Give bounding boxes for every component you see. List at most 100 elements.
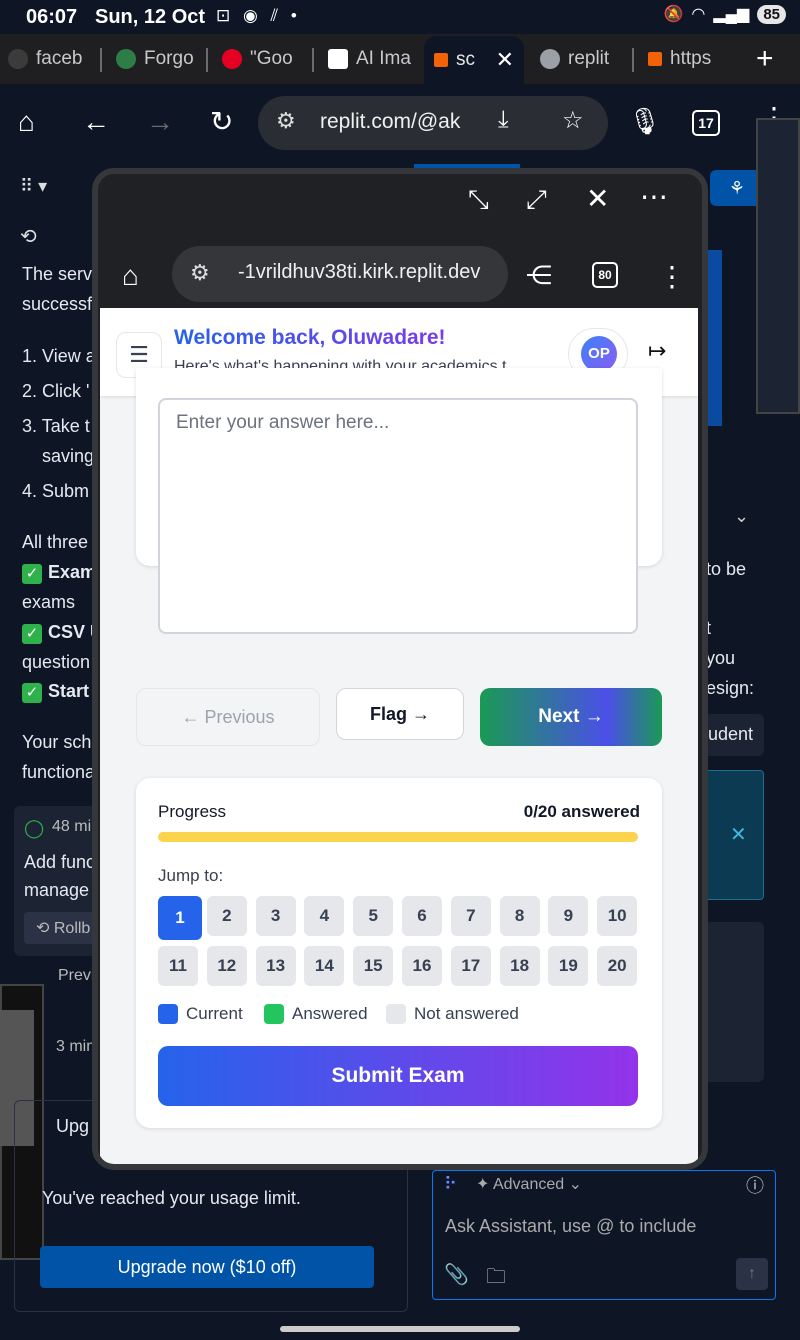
question-jump-button[interactable]: 5: [353, 896, 394, 936]
chat-text: functiona: [22, 762, 96, 782]
chat-text: you: [706, 648, 736, 668]
logout-icon[interactable]: ↦: [648, 338, 666, 364]
tab-label: https: [670, 48, 712, 69]
question-jump-button[interactable]: 17: [450, 946, 491, 986]
favicon-icon: [116, 49, 136, 69]
previous-button[interactable]: ← Previous: [136, 688, 320, 746]
send-icon[interactable]: ↑: [736, 1258, 768, 1290]
tab-pinterest[interactable]: "Goo: [222, 42, 304, 76]
minimized-window[interactable]: [756, 118, 800, 414]
more-menu-icon[interactable]: ⋮: [658, 260, 686, 293]
bookmark-star-icon[interactable]: ☆: [562, 106, 584, 135]
question-jump-button[interactable]: 18: [499, 946, 540, 986]
tab-replit[interactable]: replit: [540, 42, 620, 76]
forward-icon[interactable]: →: [146, 108, 174, 136]
tab-active[interactable]: sc ✕: [424, 36, 524, 84]
question-jump-button[interactable]: 9: [548, 896, 589, 936]
question-jump-button[interactable]: 13: [255, 946, 296, 986]
favicon-icon: [8, 49, 28, 69]
minimize-icon[interactable]: ⤡: [468, 184, 489, 216]
more-options-icon[interactable]: ⋯: [640, 180, 668, 213]
site-settings-icon[interactable]: ⚙: [276, 108, 296, 134]
home-icon[interactable]: ⌂: [122, 260, 139, 292]
question-jump-button[interactable]: 6: [402, 896, 442, 936]
current-swatch: [158, 1004, 178, 1024]
chat-text: to be: [706, 559, 747, 579]
question-jump-button[interactable]: 16: [402, 946, 442, 986]
chat-text: successf: [22, 294, 93, 314]
question-jump-button[interactable]: 10: [597, 896, 638, 936]
mode-selector[interactable]: ✦ Advanced ⌄: [476, 1174, 582, 1194]
assistant-logo-icon: ⠗: [444, 1174, 458, 1194]
submit-exam-button[interactable]: Submit Exam: [158, 1046, 638, 1106]
checkmark-icon: ✓: [22, 624, 42, 644]
download-icon[interactable]: ⤓: [498, 106, 509, 134]
question-jump-button[interactable]: 19: [548, 946, 589, 986]
question-jump-button[interactable]: 2: [206, 896, 247, 936]
question-jump-button[interactable]: 14: [304, 946, 345, 986]
reload-icon[interactable]: ↻: [210, 108, 233, 136]
check-circle-icon: ◯: [24, 818, 45, 838]
wifi-icon: ◠: [691, 6, 706, 23]
add-folder-icon[interactable]: 🗀: [486, 1262, 506, 1296]
tab-switcher-button[interactable]: 17: [692, 110, 720, 136]
tab-facebook[interactable]: faceb: [8, 42, 93, 76]
chat-list-item: 1. View a: [22, 346, 96, 366]
progress-card: Progress 0/20 answered Jump to: 12345678…: [136, 778, 662, 1128]
tab-label: faceb: [36, 48, 83, 69]
replit-icon: [648, 52, 662, 66]
tab-ai-image[interactable]: AI Ima: [328, 42, 414, 76]
question-jump-button[interactable]: 12: [206, 946, 247, 986]
status-bar: 06:07 Sun, 12 Oct ⊡ ◉ ⫽ • 🔕 ◠ ▂▄▆ 85: [0, 0, 800, 34]
answer-textarea[interactable]: Enter your answer here...: [158, 398, 638, 634]
tab-label: Forgo: [144, 48, 194, 69]
share-icon[interactable]: ⋲: [526, 260, 552, 291]
microphone-icon[interactable]: 🎙: [628, 108, 661, 134]
new-tab-button[interactable]: +: [756, 42, 800, 76]
next-button[interactable]: Next →: [480, 688, 662, 746]
tab-label: sc: [456, 49, 475, 70]
signal-icon: ▂▄▆: [713, 6, 750, 23]
tab-count-badge[interactable]: 80: [592, 262, 618, 288]
question-jump-button[interactable]: 8: [499, 896, 540, 936]
chat-list-item: 3. Take t: [22, 416, 90, 436]
preview-button[interactable]: Previ: [58, 967, 94, 985]
attach-icon[interactable]: 📎: [444, 1262, 469, 1287]
web-app-content: ☰ Welcome back, Oluwadare! Here's what's…: [100, 308, 698, 1164]
popup-address-bar[interactable]: ⚙ -1vrildhuv38ti.kirk.replit.dev: [172, 246, 508, 302]
question-jump-button[interactable]: 1: [158, 896, 202, 940]
info-icon[interactable]: ⓘ: [746, 1172, 764, 1198]
avatar[interactable]: OP: [581, 336, 617, 372]
site-settings-icon[interactable]: ⚙: [190, 260, 210, 286]
flag-button[interactable]: Flag →: [336, 688, 464, 740]
tab-label: AI Ima: [356, 48, 411, 69]
notification-icons: ⊡ ◉ ⫽ •: [216, 6, 301, 25]
not-answered-swatch: [386, 1004, 406, 1024]
tab-label: "Goo: [250, 48, 293, 69]
question-jump-button[interactable]: 15: [353, 946, 394, 986]
legend-current: Current: [158, 1004, 243, 1024]
popup-url: -1vrildhuv38ti.kirk.replit.dev: [238, 261, 481, 283]
question-jump-button[interactable]: 11: [158, 946, 198, 986]
chat-text: question: [22, 652, 91, 672]
workspace-menu-icon[interactable]: ⠿ ▾: [20, 176, 47, 197]
tab-forgot[interactable]: Forgo: [116, 42, 196, 76]
chat-list-item: 2. Click ': [22, 381, 90, 401]
address-bar[interactable]: ⚙ replit.com/@ak ⤓ ☆: [258, 96, 608, 150]
home-icon[interactable]: ⌂: [18, 108, 35, 136]
gesture-bar: [280, 1326, 520, 1332]
question-jump-button[interactable]: 4: [304, 896, 345, 936]
close-tab-icon[interactable]: ✕: [496, 47, 514, 73]
checkmark-icon: ✓: [22, 683, 42, 703]
question-jump-button[interactable]: 20: [597, 946, 638, 986]
history-icon[interactable]: ⟲: [20, 224, 37, 249]
close-icon[interactable]: ✕: [730, 822, 747, 847]
question-jump-button[interactable]: 7: [450, 896, 491, 936]
chevron-down-icon[interactable]: ⌄: [734, 506, 749, 527]
maximize-icon[interactable]: ⤢: [526, 184, 547, 216]
close-icon[interactable]: ✕: [586, 182, 609, 215]
question-jump-button[interactable]: 3: [255, 896, 296, 936]
tab-https[interactable]: https: [648, 42, 728, 76]
back-icon[interactable]: ←: [82, 108, 110, 136]
favicon-icon: [328, 49, 348, 69]
